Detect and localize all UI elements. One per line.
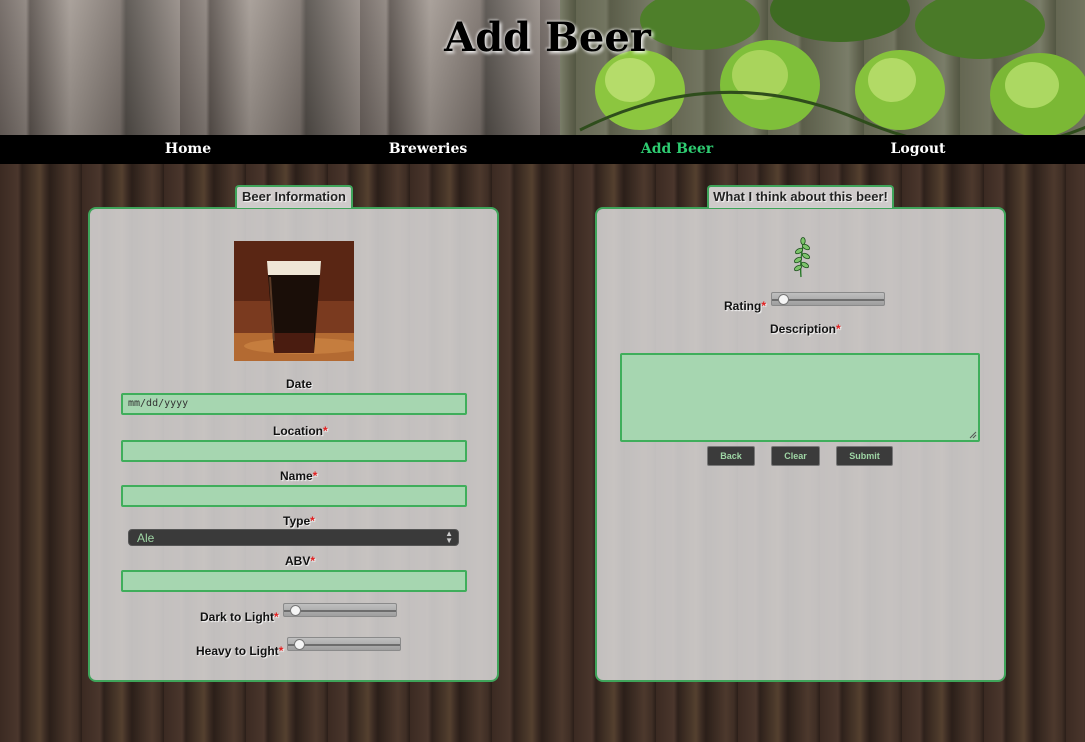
back-button[interactable]: Back: [707, 446, 755, 466]
rating-label: Rating*: [724, 299, 767, 313]
type-select[interactable]: Ale ▲ ▼: [128, 529, 459, 546]
location-label: Location*: [273, 424, 328, 438]
page-title: Add Beer: [444, 14, 651, 61]
name-label: Name*: [280, 469, 318, 483]
header-banner: Add Beer: [0, 0, 1085, 135]
dark-to-light-slider[interactable]: [283, 603, 397, 617]
nav-home[interactable]: Home: [165, 141, 211, 157]
location-input[interactable]: [121, 440, 467, 462]
slider-thumb[interactable]: [294, 639, 305, 650]
opinion-legend: What I think about this beer!: [707, 185, 894, 208]
slider-thumb[interactable]: [290, 605, 301, 616]
select-arrows-icon: ▲ ▼: [445, 529, 453, 545]
nav-logout[interactable]: Logout: [891, 141, 946, 157]
beer-information-legend: Beer Information: [235, 185, 353, 208]
date-input[interactable]: mm/dd/yyyy: [121, 393, 467, 415]
clear-button[interactable]: Clear: [771, 446, 820, 466]
heavy-to-light-label: Heavy to Light*: [196, 644, 284, 658]
type-label: Type*: [283, 514, 315, 528]
dark-to-light-label: Dark to Light*: [200, 610, 279, 624]
opinion-panel: [595, 207, 1006, 682]
name-input[interactable]: [121, 485, 467, 507]
heavy-to-light-slider[interactable]: [287, 637, 401, 651]
rating-slider[interactable]: [771, 292, 885, 306]
main-nav: Home Breweries Add Beer Logout: [0, 135, 1085, 164]
slider-thumb[interactable]: [778, 294, 789, 305]
nav-add-beer[interactable]: Add Beer: [641, 141, 713, 157]
abv-input[interactable]: [121, 570, 467, 592]
description-textarea[interactable]: [620, 353, 980, 442]
nav-breweries[interactable]: Breweries: [389, 141, 468, 157]
abv-label: ABV*: [285, 554, 316, 568]
resize-handle-icon[interactable]: [969, 431, 977, 439]
wheat-icon: [793, 237, 811, 278]
date-label: Date: [286, 377, 313, 391]
description-label: Description*: [770, 322, 841, 336]
beer-glass-image: [234, 241, 354, 361]
submit-button[interactable]: Submit: [836, 446, 893, 466]
